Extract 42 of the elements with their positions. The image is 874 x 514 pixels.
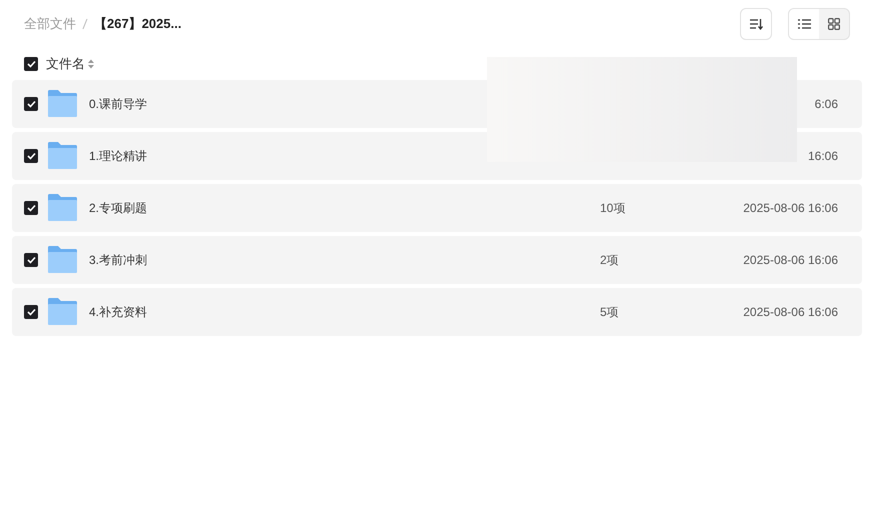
folder-icon [48,194,77,221]
modified-date: 16:06 [808,148,838,165]
modified-date: 2025-08-06 16:06 [743,200,838,217]
item-count: 5项 [600,304,620,321]
file-name: 3.考前冲刺 [89,252,148,269]
check-icon [26,308,36,316]
sort-icon [749,18,763,30]
breadcrumb-link[interactable]: 【267】2025... [94,14,182,34]
file-row[interactable]: 4.补充资料 5项 2025-08-06 16:06 [12,288,862,336]
item-count: 10项 [600,200,626,217]
folder-icon [48,246,77,273]
check-icon [26,60,36,68]
checkbox[interactable] [24,57,38,71]
folder-icon [48,90,77,117]
file-name: 2.专项刷题 [89,200,148,217]
list-icon [798,19,810,29]
file-row[interactable]: 2.专项刷题 10项 2025-08-06 16:06 [12,184,862,232]
file-row[interactable]: 3.考前冲刺 2项 2025-08-06 16:06 [12,236,862,284]
check-icon [26,256,36,264]
file-name: 4.补充资料 [89,304,148,321]
sort-button[interactable] [740,8,772,40]
checkbox[interactable] [24,305,38,319]
check-icon [26,100,36,108]
separator-icon [82,18,88,30]
modified-date: 2025-08-06 16:06 [743,304,838,321]
modified-date: 6:06 [814,96,838,113]
checkbox[interactable] [24,97,38,111]
check-icon [26,152,36,160]
check-icon [26,204,36,212]
column-header[interactable]: 文件名 [46,54,85,74]
folder-icon [48,298,77,325]
item-count: 2项 [600,252,620,269]
checkbox[interactable] [24,149,38,163]
sort-icon[interactable] [88,59,94,69]
grid-icon [828,18,840,30]
file-name: 1.理论精讲 [89,148,148,165]
checkbox[interactable] [24,253,38,267]
folder-icon [48,142,77,169]
modified-date: 2025-08-06 16:06 [743,252,838,269]
list-view-button[interactable] [789,9,819,39]
checkbox[interactable] [24,201,38,215]
file-name: 0.课前导学 [89,96,148,113]
